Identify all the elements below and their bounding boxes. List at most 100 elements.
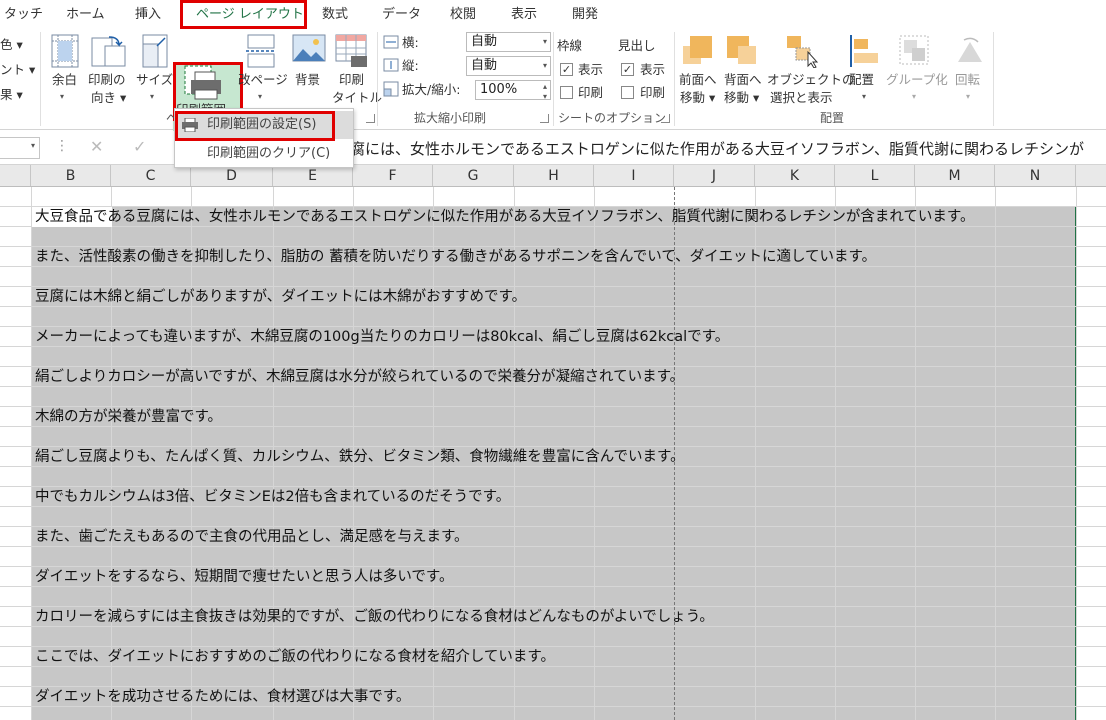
column-header-l[interactable]: L xyxy=(835,165,915,186)
column-header-b[interactable]: B xyxy=(31,165,111,186)
rotate-dropdown-arrow: ▾ xyxy=(966,92,971,101)
tab-formulas[interactable]: 数式 xyxy=(322,0,348,30)
chevron-down-icon: ▾ xyxy=(542,61,547,70)
bring-forward-icon xyxy=(683,36,712,64)
gridlines-view-label: 表示 xyxy=(578,62,604,77)
column-header-h[interactable]: H xyxy=(514,165,594,186)
tab-home[interactable]: ホーム xyxy=(66,0,105,30)
sheet-options-launcher[interactable] xyxy=(661,114,670,123)
ribbon: 色 ▾ ント ▾ 果 ▾ 余白 ▾ 印刷の 向き ▾ サイズ ▾ 改ページ ▾ … xyxy=(0,30,1106,135)
orientation-icon xyxy=(91,36,126,67)
formula-input[interactable]: 腐には、女性ホルモンであるエストロゲンに似た作用がある大豆イソフラボン、脂質代謝… xyxy=(350,139,1084,159)
formula-bar-dots: ⋮ xyxy=(55,138,69,154)
tab-data[interactable]: データ xyxy=(382,0,421,30)
page-size-icon xyxy=(142,34,168,68)
cancel-icon[interactable]: ✕ xyxy=(90,137,103,156)
cell-text-row10[interactable]: ダイエットをするなら、短期間で痩せたいと思う人は多いです。 xyxy=(35,566,453,588)
set-print-area-menu-item[interactable]: 印刷範囲の設定(S) xyxy=(175,111,353,141)
clear-print-area-menu-item[interactable]: 印刷範囲のクリア(C) xyxy=(175,140,353,168)
cell-text-row4[interactable]: メーカーによっても違いますが、木綿豆腐の100g当たりのカロリーは80kcal、… xyxy=(35,326,729,348)
print-area-menu: 印刷範囲の設定(S) 印刷範囲のクリア(C) xyxy=(174,108,354,168)
scale-label: 拡大/縮小: xyxy=(402,82,461,97)
chevron-down-icon: ▾ xyxy=(30,141,35,150)
gridlines-print-checkbox[interactable] xyxy=(560,86,573,99)
column-header-j[interactable]: J xyxy=(674,165,755,186)
headings-view-label: 表示 xyxy=(640,62,666,77)
column-header-f[interactable]: F xyxy=(353,165,433,186)
height-select[interactable]: 自動 ▾ xyxy=(466,56,551,76)
column-header-c[interactable]: C xyxy=(111,165,191,186)
column-header-m[interactable]: M xyxy=(915,165,995,186)
theme-fonts-button[interactable]: ント ▾ xyxy=(0,62,35,78)
height-label: 縦: xyxy=(402,58,419,73)
size-label: サイズ xyxy=(136,72,174,87)
cell-text-row3[interactable]: 豆腐には木綿と絹ごしがありますが、ダイエットには木綿がおすすめです。 xyxy=(35,286,526,308)
theme-effects-button[interactable]: 果 ▾ xyxy=(0,87,23,103)
column-headers: B C D E F G H I J K L M N xyxy=(0,165,1106,187)
ribbon-tabs: タッチ ホーム 挿入 ページ レイアウト 数式 データ 校閲 表示 開発 xyxy=(0,0,1106,30)
background-image-icon xyxy=(292,34,326,62)
breaks-dropdown-arrow: ▾ xyxy=(258,92,263,101)
cell-text-row9[interactable]: また、歯ごたえもあるので主食の代用品とし、満足感を与えます。 xyxy=(35,526,469,548)
width-icon xyxy=(383,35,399,49)
tab-insert[interactable]: 挿入 xyxy=(135,0,161,30)
page-break-icon xyxy=(246,34,276,68)
selection-pane-line1: オブジェクトの xyxy=(767,72,855,87)
cell-text-row1[interactable]: 大豆食品である豆腐には、女性ホルモンであるエストロゲンに似た作用がある大豆イソフ… xyxy=(35,206,974,228)
name-box[interactable]: ▾ xyxy=(0,137,40,159)
cell-text-row12[interactable]: ここでは、ダイエットにおすすめのご飯の代わりになる食材を紹介しています。 xyxy=(35,646,555,668)
scale-spinner[interactable]: 100% ▴ ▾ xyxy=(475,80,551,101)
worksheet-grid[interactable]: 大豆食品である豆腐には、女性ホルモンであるエストロゲンに似た作用がある大豆イソフ… xyxy=(0,187,1106,720)
group-separator xyxy=(993,32,994,126)
headings-view-checkbox[interactable]: ✓ xyxy=(621,63,634,76)
scale-launcher[interactable] xyxy=(540,114,549,123)
group-separator xyxy=(553,32,554,126)
cell-text-row2[interactable]: また、活性酸素の働きを抑制したり、脂肪の 蓄積を防いだりする働きがあるサポニンを… xyxy=(35,246,876,268)
send-backward-line1: 背面へ xyxy=(724,72,762,87)
orientation-label-line1: 印刷の xyxy=(88,72,126,87)
width-select[interactable]: 自動 ▾ xyxy=(466,32,551,52)
clear-print-area-label: 印刷範囲のクリア(C) xyxy=(207,146,331,161)
tab-developer[interactable]: 開発 xyxy=(572,0,598,30)
cell-text-row7[interactable]: 絹ごし豆腐よりも、たんぱく質、カルシウム、鉄分、ビタミン類、食物繊維を豊富に含ん… xyxy=(35,446,685,468)
page-setup-launcher[interactable] xyxy=(366,114,375,123)
tab-touch[interactable]: タッチ xyxy=(4,0,43,30)
cell-text-row6[interactable]: 木綿の方が栄養が豊富です。 xyxy=(35,406,222,428)
headings-heading: 見出し xyxy=(618,38,656,53)
rotate-label: 回転 xyxy=(955,72,981,87)
headings-print-checkbox[interactable] xyxy=(621,86,634,99)
cell-text-row11[interactable]: カロリーを減らすには主食抜きは効果的ですが、ご飯の代わりになる食材はどんなものが… xyxy=(35,606,714,628)
column-header-k[interactable]: K xyxy=(755,165,835,186)
height-icon xyxy=(383,58,399,72)
column-header-e[interactable]: E xyxy=(273,165,353,186)
column-header-n[interactable]: N xyxy=(995,165,1076,186)
cell-text-row5[interactable]: 絹ごしよりカロシーが高いですが、木綿豆腐は水分が絞られているので栄養分が凝縮され… xyxy=(35,366,684,388)
enter-icon[interactable]: ✓ xyxy=(133,137,146,156)
bring-forward-line2: 移動 ▾ xyxy=(680,90,716,105)
cell-text-row13[interactable]: ダイエットを成功させるためには、食材選びは大事です。 xyxy=(35,686,410,708)
formula-bar: ▾ ⋮ ✕ ✓ 腐には、女性ホルモンであるエストロゲンに似た作用がある大豆イソフ… xyxy=(0,131,1106,165)
cell-text-row8[interactable]: 中でもカルシウムは3倍、ビタミンEは2倍も含まれているのだそうです。 xyxy=(35,486,510,508)
group-dropdown-arrow: ▾ xyxy=(912,92,917,101)
tab-view[interactable]: 表示 xyxy=(511,0,537,30)
gridlines-view-checkbox[interactable]: ✓ xyxy=(560,63,573,76)
align-icon xyxy=(850,35,878,67)
bring-forward-line1: 前面へ xyxy=(679,72,717,87)
tab-review[interactable]: 校閲 xyxy=(450,0,476,30)
gridlines-print-label: 印刷 xyxy=(578,85,604,100)
column-header-i[interactable]: I xyxy=(594,165,674,186)
headings-print-label: 印刷 xyxy=(640,85,666,100)
margins-icon xyxy=(51,34,79,68)
align-dropdown-arrow: ▾ xyxy=(862,92,867,101)
chevron-down-icon: ▾ xyxy=(542,37,547,46)
arrange-group-label: 配置 xyxy=(820,111,845,125)
menu-highlight-box xyxy=(175,111,335,141)
margins-dropdown-arrow: ▾ xyxy=(60,92,65,101)
column-header-d[interactable]: D xyxy=(191,165,273,186)
theme-colors-button[interactable]: 色 ▾ xyxy=(0,37,23,53)
column-header-g[interactable]: G xyxy=(433,165,514,186)
group-separator xyxy=(674,32,675,126)
send-backward-line2: 移動 ▾ xyxy=(724,90,760,105)
row-header-corner[interactable] xyxy=(0,165,31,186)
spin-down-icon[interactable]: ▾ xyxy=(543,88,547,106)
